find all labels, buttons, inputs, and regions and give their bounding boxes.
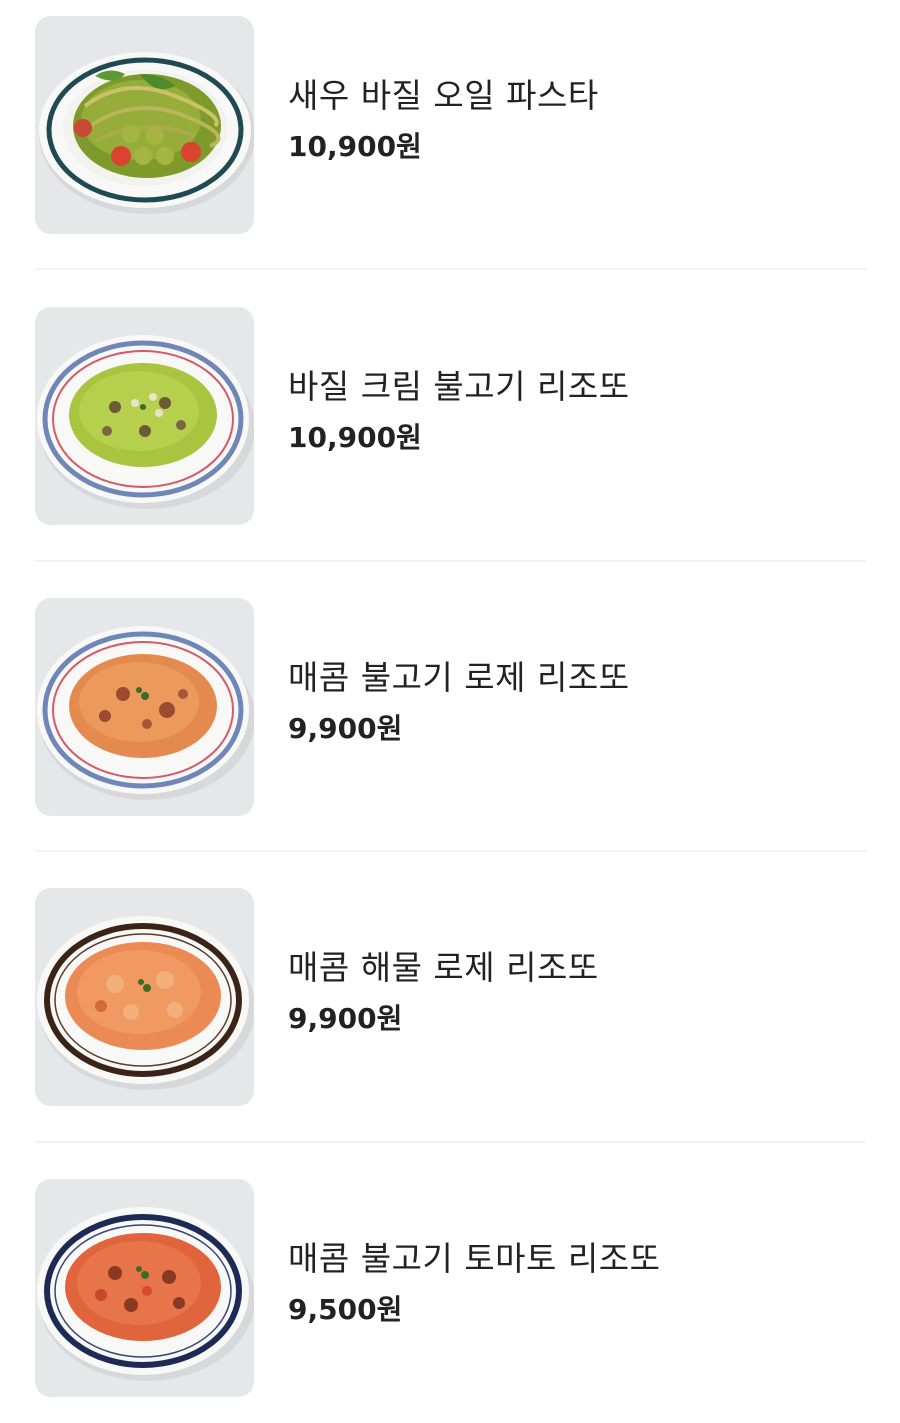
menu-item-price: 10,900원 [288, 130, 422, 163]
divider [35, 1141, 866, 1143]
menu-item[interactable]: 매콤 해물 로제 리조또 9,900원 [0, 888, 900, 1106]
menu-item-info: 새우 바질 오일 파스타 10,900원 [288, 74, 868, 164]
menu-item-info: 바질 크림 불고기 리조또 10,900원 [288, 365, 868, 455]
menu-item-name: 새우 바질 오일 파스타 [288, 76, 599, 115]
menu-item-price: 10,900원 [288, 421, 422, 454]
menu-item-info: 매콤 불고기 로제 리조또 9,900원 [288, 656, 868, 746]
menu-item-photo[interactable] [35, 1179, 254, 1397]
menu-item-photo[interactable] [35, 16, 254, 234]
divider [35, 268, 866, 270]
menu-item-photo[interactable] [35, 598, 254, 816]
menu-item-photo[interactable] [35, 888, 254, 1106]
menu-item-name: 바질 크림 불고기 리조또 [288, 367, 630, 406]
menu-item-name: 매콤 불고기 토마토 리조또 [288, 1239, 661, 1278]
menu-item-price: 9,500원 [288, 1293, 403, 1326]
menu-item[interactable]: 새우 바질 오일 파스타 10,900원 [0, 16, 900, 234]
menu-item[interactable]: 바질 크림 불고기 리조또 10,900원 [0, 307, 900, 525]
menu-item-price: 9,900원 [288, 712, 403, 745]
menu-item-info: 매콤 해물 로제 리조또 9,900원 [288, 946, 868, 1036]
menu-item-name: 매콤 불고기 로제 리조또 [288, 658, 630, 697]
menu-list: 새우 바질 오일 파스타 10,900원 바질 크림 불고기 리조또 10,90… [0, 0, 900, 1423]
menu-item-name: 매콤 해물 로제 리조또 [288, 948, 599, 987]
menu-item-price: 9,900원 [288, 1002, 403, 1035]
menu-item[interactable]: 매콤 불고기 로제 리조또 9,900원 [0, 598, 900, 816]
divider [35, 560, 866, 562]
menu-item-info: 매콤 불고기 토마토 리조또 9,500원 [288, 1237, 868, 1327]
menu-item-photo[interactable] [35, 307, 254, 525]
divider [35, 850, 866, 852]
menu-item[interactable]: 매콤 불고기 토마토 리조또 9,500원 [0, 1179, 900, 1397]
